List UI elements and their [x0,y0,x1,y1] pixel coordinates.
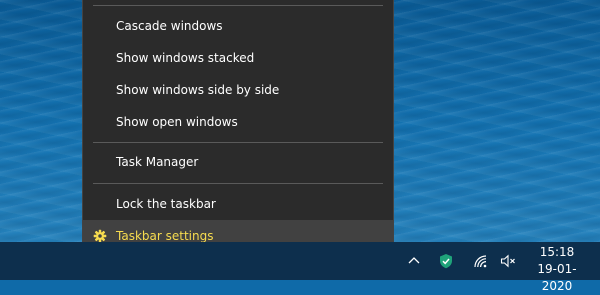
menu-item-label: Show open windows [116,115,238,129]
wifi-icon[interactable] [472,253,488,269]
menu-item-lock-the-taskbar[interactable]: Lock the taskbar [83,188,393,220]
menu-item-label: Lock the taskbar [116,197,216,211]
gear-icon [93,229,107,243]
menu-item-label: Task Manager [116,155,199,169]
menu-separator [93,142,383,143]
menu-separator [93,183,383,184]
taskbar-clock[interactable]: 15:18 19-01-2020 [527,244,587,295]
clock-date: 19-01-2020 [537,262,577,293]
chevron-up-icon[interactable] [406,253,422,269]
menu-separator [93,5,383,6]
menu-item-show-windows-stacked[interactable]: Show windows stacked [83,42,393,74]
menu-item-show-windows-side-by-side[interactable]: Show windows side by side [83,74,393,106]
menu-item-label: Cascade windows [116,19,223,33]
menu-item-label: Taskbar settings [116,229,214,243]
shield-check-icon[interactable] [438,253,454,269]
speaker-muted-icon[interactable] [500,253,516,269]
clock-time: 15:18 [539,245,575,259]
menu-item-label: Show windows side by side [116,83,280,97]
taskbar-context-menu: Cascade windows Show windows stacked Sho… [82,0,394,258]
menu-item-cascade-windows[interactable]: Cascade windows [83,10,393,42]
menu-item-task-manager[interactable]: Task Manager [83,146,393,178]
menu-item-show-open-windows[interactable]: Show open windows [83,106,393,138]
menu-item-label: Show windows stacked [116,51,255,65]
